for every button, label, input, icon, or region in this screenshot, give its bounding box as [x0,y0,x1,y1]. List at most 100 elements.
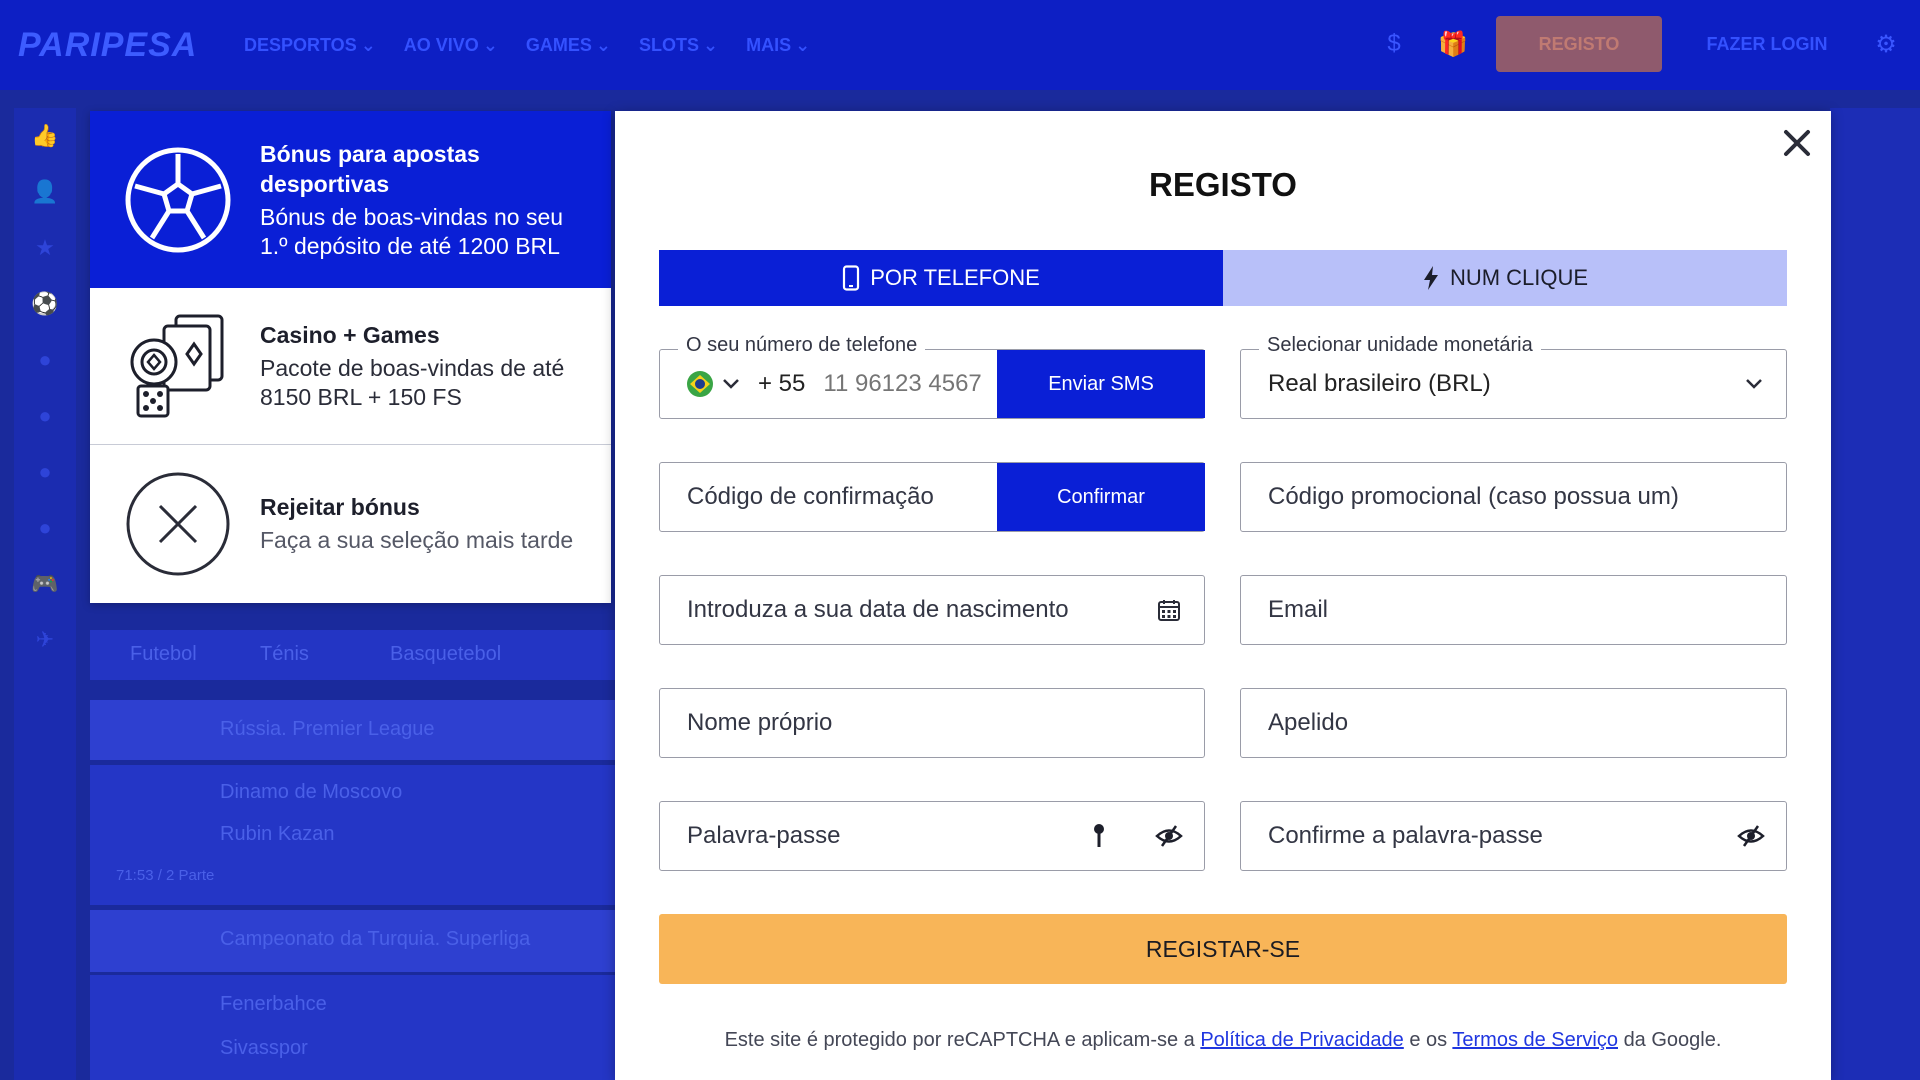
bonus-option-reject[interactable]: Rejeitar bónus Faça a sua seleção mais t… [90,445,611,602]
match-row[interactable]: Fenerbahce Sivasspor [90,975,620,1080]
top-navbar: PARIPESA DESPORTOS ⌄ AO VIVO ⌄ GAMES ⌄ SLOT… [0,0,1920,90]
chevron-down-icon: ⌄ [482,34,498,55]
generate-password-key-icon[interactable] [1084,821,1114,851]
confirmation-code-field[interactable]: Código de confirmação Confirmar [659,462,1205,532]
header-register-button[interactable]: REGISTO [1496,16,1662,72]
nav-live[interactable]: AO VIVO ⌄ [404,35,498,56]
birthdate-input[interactable]: Introduza a sua data de nascimento [659,575,1205,645]
right-betslip-area [1830,108,1920,1080]
reject-x-circle-icon [126,472,230,575]
modal-title: REGISTO [1149,166,1297,203]
last-name-input[interactable]: Apelido [1240,688,1787,758]
country-code: + 55 [758,370,806,397]
terms-of-service-link[interactable]: Termos de Serviço [1452,1029,1618,1051]
currency-legend: Selecionar unidade monetária [1259,334,1541,357]
racing-icon[interactable]: ✈ [14,612,76,668]
match-row[interactable]: Dinamo de Moscovo Rubin Kazan 71:53 / 2 … [90,765,620,905]
star-icon[interactable]: ★ [14,220,76,276]
captcha-text: Este site é protegido por reCAPTCHA e ap… [724,1029,1195,1051]
bonus-description: Pacote de boas-vindas de até 8150 BRL + … [260,355,565,410]
bonus-title: Rejeitar bónus [260,494,420,520]
recaptcha-notice: Este site é protegido por reCAPTCHA e ap… [615,1029,1831,1052]
volleyball-icon[interactable]: ● [14,500,76,556]
bonus-option-casino[interactable]: Casino + Games Pacote de boas-vindas de … [90,288,611,445]
tab-basketball[interactable]: Basquetebol [390,643,501,666]
chevron-down-icon [723,379,739,389]
currency-select[interactable]: Selecionar unidade monetária Real brasil… [1240,334,1787,419]
topbar-actions: $ 🎁 REGISTO FAZER LOGIN ⚙ [1380,16,1900,72]
nav-games[interactable]: GAMES ⌄ [526,35,611,56]
privacy-policy-link[interactable]: Política de Privacidade [1200,1029,1403,1051]
header-login-button[interactable]: FAZER LOGIN [1692,34,1842,55]
first-name-placeholder: Nome próprio [687,709,833,736]
tab-one-click[interactable]: NUM CLIQUE [1223,250,1787,306]
calendar-icon[interactable] [1154,595,1184,625]
last-name-placeholder: Apelido [1268,709,1349,736]
birthdate-placeholder: Introduza a sua data de nascimento [687,596,1069,623]
currency-value: Real brasileiro (BRL) [1268,370,1491,397]
phone-number-field: O seu número de telefone + 55 Enviar SMS [659,334,1205,419]
team-name: Fenerbahce [220,993,327,1015]
smartphone-icon [843,265,860,291]
settings-gear-icon[interactable]: ⚙ [1872,30,1900,58]
bonus-description: Faça a sua seleção mais tarde [260,527,574,553]
country-selector[interactable] [660,370,740,398]
eye-slash-icon[interactable] [1736,821,1766,851]
email-placeholder: Email [1268,596,1329,623]
esports-icon[interactable]: 🎮 [14,556,76,612]
nav-slots[interactable]: SLOTS ⌄ [639,35,718,56]
bonus-text: Casino + Games Pacote de boas-vindas de … [260,320,600,412]
confirm-code-button[interactable]: Confirmar [997,463,1205,531]
thumbs-up-icon[interactable]: 👍 [14,108,76,164]
chevron-down-icon: ⌄ [595,34,612,55]
league-row[interactable]: Rússia. Premier League [90,700,620,760]
nav-sports-label: DESPORTOS [244,34,357,55]
captcha-text: da Google. [1623,1029,1722,1051]
close-modal-button[interactable] [1779,125,1815,161]
password-placeholder: Palavra-passe [687,822,841,849]
tab-tennis[interactable]: Ténis [260,643,309,666]
casino-cards-dice-icon [130,314,224,418]
nav-more[interactable]: MAIS ⌄ [746,35,810,56]
hockey-icon[interactable]: ● [14,444,76,500]
team-name: Sivasspor [220,1037,308,1059]
promo-code-input[interactable]: Código promocional (caso possua um) [1240,462,1787,532]
tab-by-phone[interactable]: POR TELEFONE [659,250,1223,306]
team-name: Rubin Kazan [220,823,335,845]
bonus-title: Casino + Games [260,322,440,348]
basketball-icon[interactable]: ● [14,388,76,444]
register-submit-button[interactable]: REGISTAR-SE [659,914,1787,984]
captcha-text: e os [1409,1029,1448,1051]
email-input[interactable]: Email [1240,575,1787,645]
lightning-bolt-icon [1423,266,1438,290]
league-row[interactable]: Campeonato da Turquia. Superliga [90,910,620,972]
eye-slash-icon[interactable] [1154,821,1184,851]
sports-filter-tabs: Futebol Ténis Basquetebol [90,630,620,680]
team-name: Dinamo de Moscovo [220,781,403,803]
gift-icon[interactable]: 🎁 [1438,30,1468,58]
nav-sports[interactable]: DESPORTOS ⌄ [244,35,376,56]
first-name-input[interactable]: Nome próprio [659,688,1205,758]
password-input[interactable]: Palavra-passe [659,801,1205,871]
tab-by-phone-label: POR TELEFONE [870,265,1040,290]
football-icon[interactable]: ⚽ [14,276,76,332]
tab-one-click-label: NUM CLIQUE [1449,265,1589,290]
registration-modal: REGISTO POR TELEFONE NUM CLIQUE O seu nú… [615,111,1831,1080]
user-icon[interactable]: 👤 [14,164,76,220]
send-sms-button[interactable]: Enviar SMS [997,350,1205,418]
match-time: 71:53 / 2 Parte [116,867,215,884]
phone-number-legend: O seu número de telefone [678,334,926,357]
bonus-text: Bónus para apostas desportivas Bónus de … [260,139,590,261]
tennis-icon[interactable]: ● [14,332,76,388]
bonus-description: Bónus de boas-vindas no seu 1.º depósito… [260,203,564,259]
league-name: Rússia. Premier League [220,718,435,740]
tab-football[interactable]: Futebol [130,643,197,666]
site-logo[interactable]: PARIPESA [18,26,244,65]
confirm-password-input[interactable]: Confirme a palavra-passe [1240,801,1787,871]
bonus-title: Bónus para apostas desportivas [260,140,480,197]
bonus-option-sports[interactable]: Bónus para apostas desportivas Bónus de … [90,111,611,288]
chevron-down-icon: ⌄ [703,34,719,55]
chevron-down-icon: ⌄ [795,34,811,55]
currency-icon[interactable]: $ [1380,30,1408,58]
phone-number-input[interactable] [823,370,984,398]
